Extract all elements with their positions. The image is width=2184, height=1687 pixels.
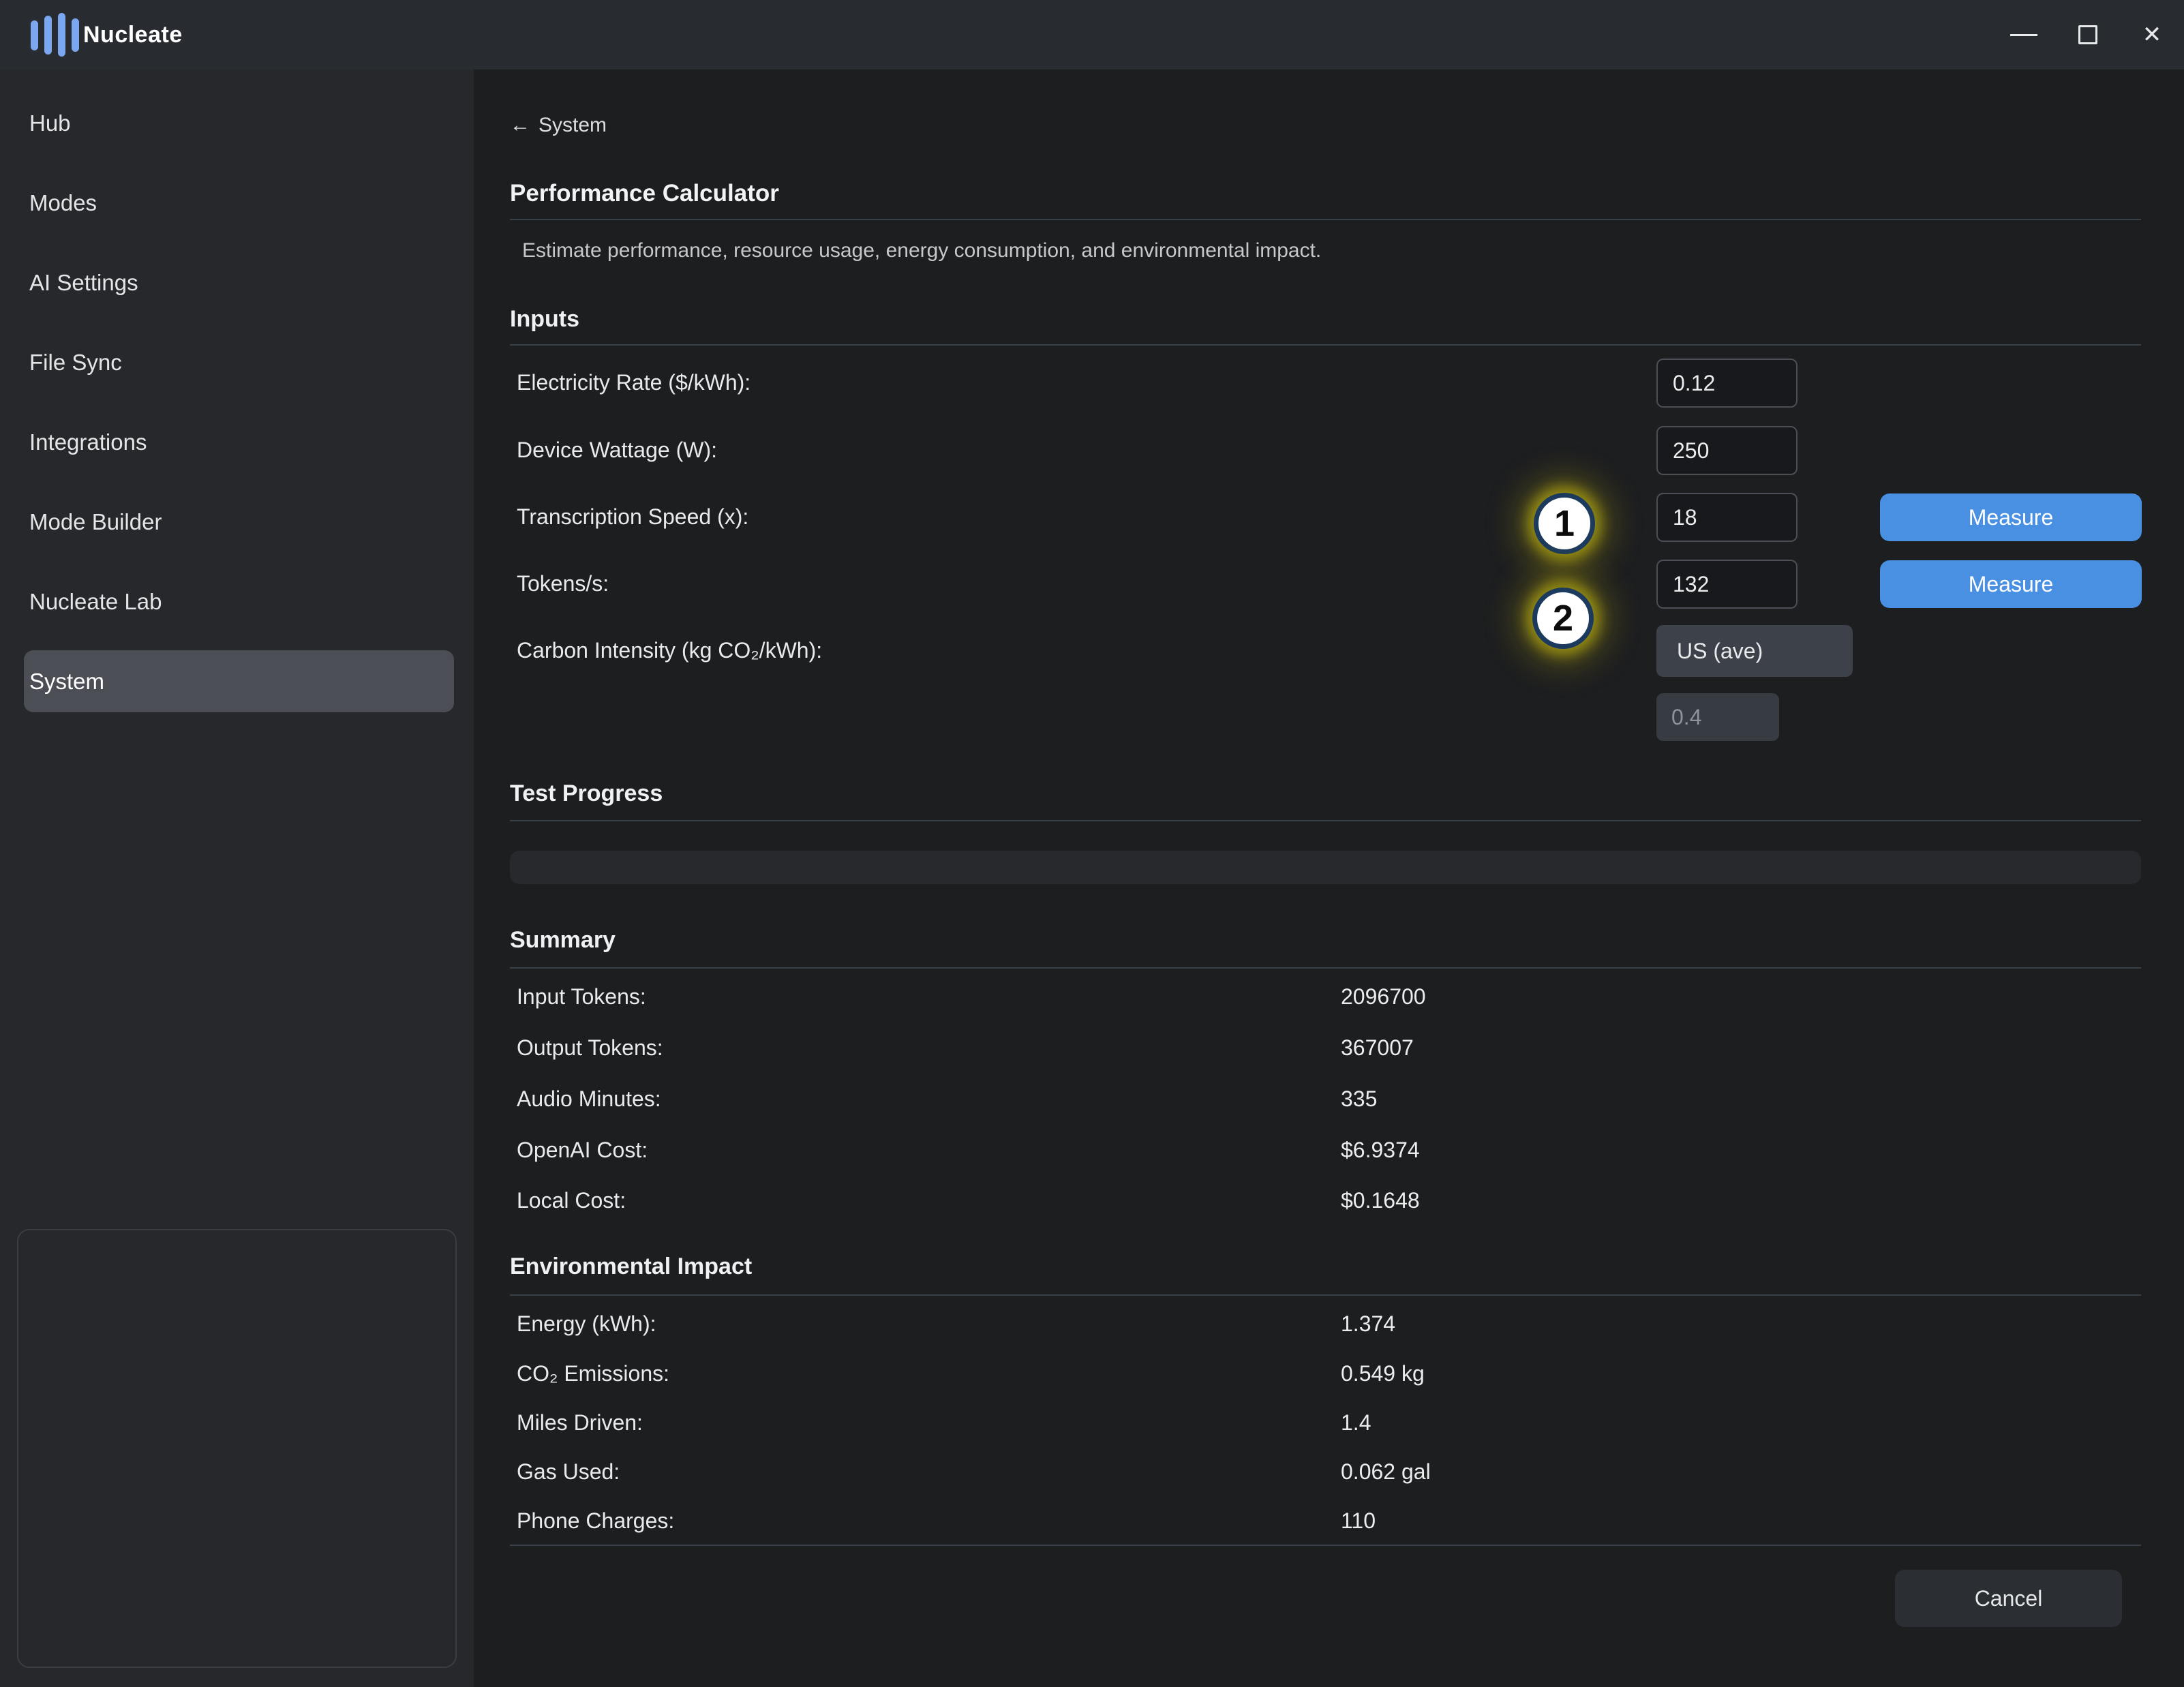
openai-cost-label: OpenAI Cost: — [517, 1138, 648, 1163]
sidebar-item-label: Modes — [29, 190, 97, 216]
minimize-button[interactable] — [1992, 0, 2056, 70]
maximize-button[interactable] — [2056, 0, 2120, 70]
sidebar-item-modes[interactable]: Modes — [24, 172, 454, 234]
miles-driven-value: 1.4 — [1341, 1410, 1371, 1435]
sidebar-item-file-sync[interactable]: File Sync — [24, 331, 454, 393]
openai-cost-value: $6.9374 — [1341, 1138, 1420, 1163]
energy-label: Energy (kWh): — [517, 1311, 656, 1337]
window-controls: ✕ — [1992, 0, 2184, 70]
carbon-intensity-manual-input[interactable] — [1656, 693, 1779, 741]
sidebar-item-integrations[interactable]: Integrations — [24, 411, 454, 473]
sidebar-item-label: System — [29, 669, 104, 695]
tokens-per-second-input[interactable] — [1656, 560, 1798, 609]
close-button[interactable]: ✕ — [2120, 0, 2184, 70]
inputs-heading: Inputs — [510, 306, 579, 333]
tokens-per-second-label: Tokens/s: — [517, 571, 609, 596]
sidebar: Hub Modes AI Settings File Sync Integrat… — [0, 70, 474, 1687]
back-arrow-icon: ← — [510, 114, 530, 137]
test-progress-heading: Test Progress — [510, 780, 663, 807]
sidebar-item-ai-settings[interactable]: AI Settings — [24, 252, 454, 314]
phone-charges-label: Phone Charges: — [517, 1508, 674, 1534]
titlebar: Nucleate ✕ — [0, 0, 2184, 70]
input-tokens-label: Input Tokens: — [517, 984, 646, 1009]
divider — [510, 219, 2141, 220]
page-title: Performance Calculator — [510, 180, 779, 207]
annotation-marker-1: 1 — [1534, 493, 1595, 554]
close-icon: ✕ — [2142, 23, 2162, 46]
input-tokens-value: 2096700 — [1341, 984, 1426, 1009]
sidebar-nav: Hub Modes AI Settings File Sync Integrat… — [0, 70, 474, 712]
app-title: Nucleate — [83, 0, 183, 70]
gas-used-value: 0.062 gal — [1341, 1459, 1431, 1485]
audio-minutes-value: 335 — [1341, 1086, 1377, 1112]
divider — [510, 820, 2141, 821]
phone-charges-value: 110 — [1341, 1508, 1376, 1534]
sidebar-item-label: AI Settings — [29, 270, 138, 296]
transcription-speed-input[interactable] — [1656, 493, 1798, 542]
measure-tokens-button[interactable]: Measure — [1880, 560, 2142, 608]
transcription-speed-label: Transcription Speed (x): — [517, 504, 748, 530]
environmental-impact-heading: Environmental Impact — [510, 1253, 752, 1280]
local-cost-value: $0.1648 — [1341, 1188, 1420, 1213]
main-content: ← System Performance Calculator Estimate… — [474, 70, 2184, 1687]
electricity-rate-input[interactable] — [1656, 359, 1798, 408]
breadcrumb-label: System — [539, 114, 607, 137]
divider — [510, 967, 2141, 969]
output-tokens-value: 367007 — [1341, 1035, 1414, 1061]
co2-emissions-value: 0.549 kg — [1341, 1361, 1425, 1386]
audio-minutes-label: Audio Minutes: — [517, 1086, 661, 1112]
sidebar-empty-panel — [17, 1229, 457, 1668]
test-progress-bar — [510, 851, 2141, 884]
output-tokens-label: Output Tokens: — [517, 1035, 663, 1061]
sidebar-item-system[interactable]: System — [24, 650, 454, 712]
sidebar-item-label: Hub — [29, 110, 71, 136]
sidebar-item-label: File Sync — [29, 350, 122, 376]
device-wattage-input[interactable] — [1656, 426, 1798, 475]
sidebar-item-mode-builder[interactable]: Mode Builder — [24, 491, 454, 553]
cancel-button[interactable]: Cancel — [1895, 1570, 2122, 1627]
maximize-icon — [2078, 25, 2097, 44]
sidebar-item-nucleate-lab[interactable]: Nucleate Lab — [24, 571, 454, 633]
divider — [510, 1545, 2141, 1546]
electricity-rate-label: Electricity Rate ($/kWh): — [517, 370, 750, 395]
sidebar-item-label: Integrations — [29, 429, 147, 455]
energy-value: 1.374 — [1341, 1311, 1395, 1337]
app-window: Nucleate ✕ Hub Modes AI Settings File Sy… — [0, 0, 2184, 1687]
annotation-marker-2: 2 — [1532, 588, 1594, 649]
sidebar-item-hub[interactable]: Hub — [24, 92, 454, 154]
breadcrumb[interactable]: ← System — [510, 114, 607, 137]
local-cost-label: Local Cost: — [517, 1188, 626, 1213]
carbon-intensity-select[interactable]: US (ave) — [1656, 625, 1853, 677]
miles-driven-label: Miles Driven: — [517, 1410, 643, 1435]
gas-used-label: Gas Used: — [517, 1459, 620, 1485]
device-wattage-label: Device Wattage (W): — [517, 438, 717, 463]
co2-emissions-label: CO₂ Emissions: — [517, 1361, 669, 1386]
carbon-intensity-label: Carbon Intensity (kg CO₂/kWh): — [517, 638, 822, 663]
sidebar-item-label: Mode Builder — [29, 509, 162, 535]
nucleate-logo-icon — [31, 0, 85, 70]
measure-transcription-button[interactable]: Measure — [1880, 493, 2142, 541]
divider — [510, 1294, 2141, 1296]
summary-heading: Summary — [510, 927, 616, 954]
carbon-intensity-selected-value: US (ave) — [1677, 639, 1763, 664]
divider — [510, 344, 2141, 346]
minimize-icon — [2010, 34, 2037, 36]
sidebar-item-label: Nucleate Lab — [29, 589, 162, 615]
page-description: Estimate performance, resource usage, en… — [522, 239, 1321, 262]
